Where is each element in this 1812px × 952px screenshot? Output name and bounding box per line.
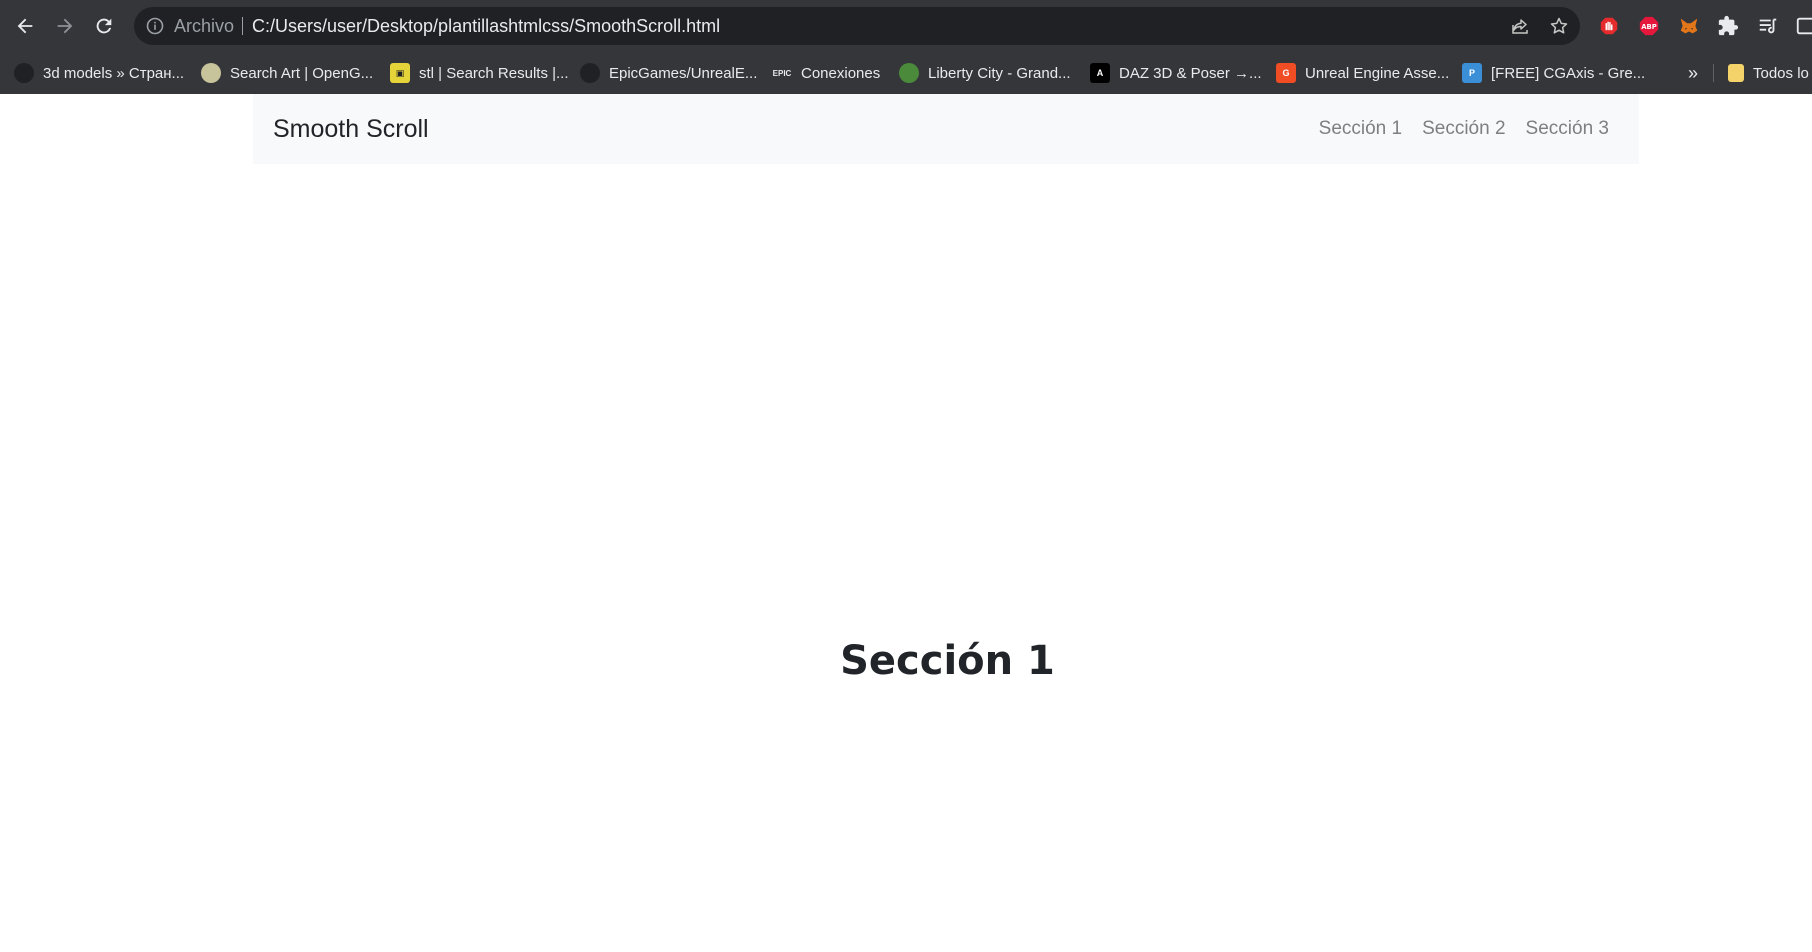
info-icon[interactable]	[145, 16, 165, 36]
reading-list-icon[interactable]	[1756, 14, 1780, 38]
omnibox-divider	[242, 17, 243, 35]
page-info-label: Archivo	[174, 16, 235, 36]
bookmark-label: [FREE] CGAxis - Gre...	[1491, 64, 1646, 82]
bookmark-item[interactable]: 3d models » Стран...	[14, 52, 184, 94]
url-text[interactable]: C:/Users/user/Desktop/plantillashtmlcss/…	[252, 7, 720, 45]
film-icon: ▣	[390, 63, 410, 83]
bookmark-item[interactable]: EPIC Conexiones	[772, 52, 881, 94]
bookmark-label: Unreal Engine Asse...	[1305, 64, 1450, 82]
navbar-brand[interactable]: Smooth Scroll	[273, 94, 429, 164]
epic-icon: EPIC	[772, 68, 792, 78]
bookmark-item[interactable]: ▣ stl | Search Results |...	[390, 52, 569, 94]
bookmark-item[interactable]: Liberty City - Grand...	[899, 52, 1071, 94]
bookmark-item[interactable]: Search Art | OpenG...	[201, 52, 373, 94]
arrow-right-icon	[57, 18, 73, 34]
address-bar[interactable]: Archivo C:/Users/user/Desktop/plantillas…	[134, 7, 1580, 45]
all-bookmarks-folder[interactable]: Todos lo	[1728, 52, 1809, 94]
star-icon[interactable]	[1549, 16, 1569, 36]
adblock-plus-icon[interactable]: ABP	[1637, 14, 1661, 38]
metamask-fox-icon[interactable]	[1677, 14, 1701, 38]
extensions-puzzle-icon[interactable]	[1716, 14, 1740, 38]
back-button[interactable]	[10, 11, 40, 41]
bookmark-label: stl | Search Results |...	[419, 64, 569, 82]
navbar: Smooth Scroll Sección 1 Sección 2 Secció…	[253, 94, 1639, 164]
bookmark-item[interactable]: P [FREE] CGAxis - Gre...	[1462, 52, 1645, 94]
liberty-icon	[899, 63, 919, 83]
cgaxis-icon: P	[1462, 63, 1482, 83]
nav-link-seccion-3[interactable]: Sección 3	[1526, 118, 1609, 140]
github-icon	[580, 63, 600, 83]
svg-text:ABP: ABP	[1641, 23, 1657, 31]
bookmark-label: DAZ 3D & Poser →...	[1119, 64, 1262, 82]
folder-label: Todos lo	[1753, 64, 1809, 82]
globe-icon	[14, 63, 34, 83]
bookmarks-bar: 3d models » Стран... Search Art | OpenG.…	[0, 52, 1812, 94]
bookmark-item[interactable]: EpicGames/UnrealE...	[580, 52, 757, 94]
bookmark-label: 3d models » Стран...	[43, 64, 185, 82]
nav-links: Sección 1 Sección 2 Sección 3	[1299, 94, 1609, 164]
daz-icon: A	[1090, 63, 1110, 83]
arrow-left-icon	[17, 18, 33, 34]
browser-chrome: Archivo C:/Users/user/Desktop/plantillas…	[0, 0, 1812, 94]
folder-icon	[1728, 64, 1744, 82]
bookmarks-divider	[1713, 64, 1714, 82]
adblock-hand-icon[interactable]	[1597, 14, 1621, 38]
unreal-assets-icon: G	[1276, 63, 1296, 83]
bookmark-label: Liberty City - Grand...	[928, 64, 1071, 82]
nav-link-seccion-2[interactable]: Sección 2	[1422, 118, 1505, 140]
share-icon[interactable]	[1510, 16, 1530, 36]
nav-link-seccion-1[interactable]: Sección 1	[1319, 118, 1402, 140]
bookmark-label: Conexiones	[801, 64, 881, 82]
bookmark-item[interactable]: A DAZ 3D & Poser →...	[1090, 52, 1262, 94]
reload-button[interactable]	[89, 11, 119, 41]
bookmark-label: EpicGames/UnrealE...	[609, 64, 758, 82]
more-bookmarks-button[interactable]: »	[1688, 52, 1698, 94]
bookmark-item[interactable]: G Unreal Engine Asse...	[1276, 52, 1449, 94]
bookmark-label: Search Art | OpenG...	[230, 64, 374, 82]
browser-toolbar: Archivo C:/Users/user/Desktop/plantillas…	[0, 0, 1812, 52]
forward-button[interactable]	[50, 11, 80, 41]
side-panel-icon[interactable]	[1794, 14, 1812, 38]
opengameart-icon	[201, 63, 221, 83]
section-title: Sección 1	[840, 638, 1055, 684]
reload-icon	[96, 18, 112, 34]
